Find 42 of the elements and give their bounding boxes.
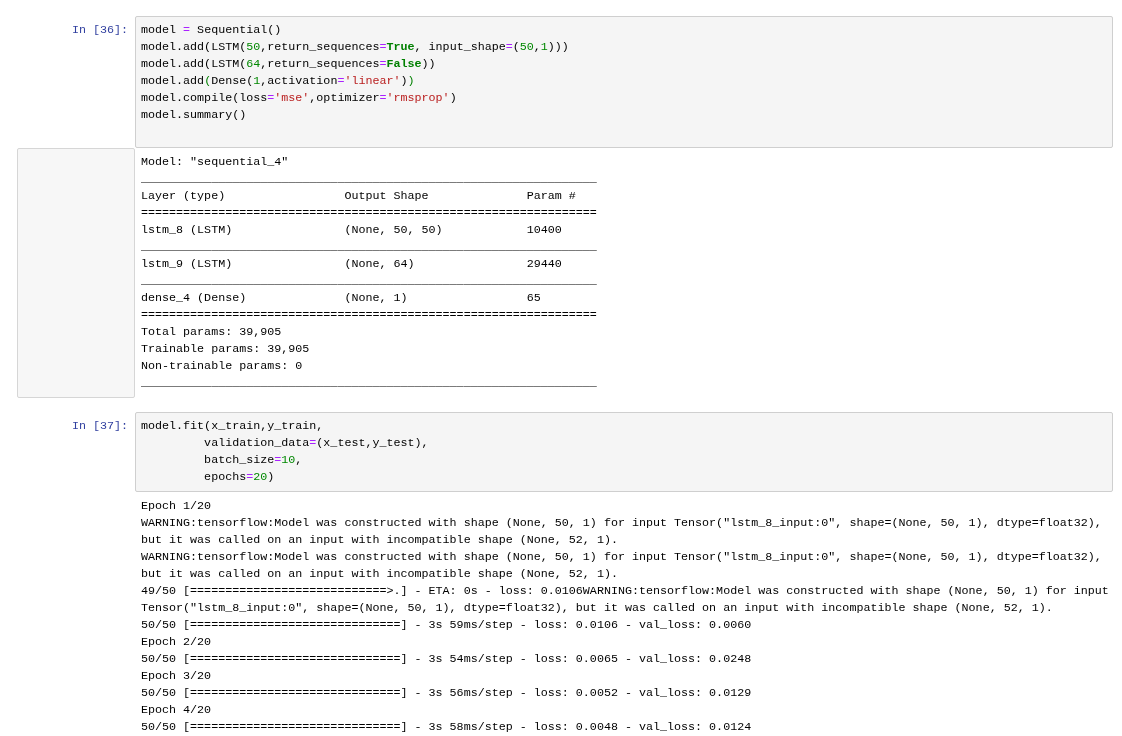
output-line: WARNING:tensorflow:Model was constructed with shape (None, 50, 1) for input Tensor("lstm_8_input:0", shape=(None, 50, 1), dtype=float32), [141,549,1103,566]
output-line: 50/50 [==============================] - 3s 54ms/step - loss: 0.0065 - val_loss: 0.0248 [141,651,753,668]
output-line: ================================================================= [141,205,598,222]
output-line: Layer (type) Output Shape Param # [141,188,577,205]
output-line: ================================================================= [141,307,598,324]
output-line: 50/50 [==============================] - 3s 58ms/step - loss: 0.0048 - val_loss: 0.0124 [141,719,753,736]
code-line: batch_size=10, [203,452,304,469]
output-line: lstm_8 (LSTM) (None, 50, 50) 10400 [141,222,563,239]
code-line: epochs=20) [203,469,276,486]
output-line: but it was called on an input with incompatible shape (None, 52, 1). [141,532,619,549]
code-line: model.summary() [141,107,248,124]
output-line: Epoch 2/20 [141,634,213,651]
code-line: model.add(LSTM(50,return_sequences=True, input_shape=(50,1))) [141,39,570,56]
output-line: Non-trainable params: 0 [141,358,304,375]
output-line: 50/50 [==============================] - 3s 56ms/step - loss: 0.0052 - val_loss: 0.0129 [141,685,753,702]
output-line: Epoch 1/20 [141,498,213,515]
output-line: WARNING:tensorflow:Model was constructed with shape (None, 50, 1) for input Tensor("lstm_8_input:0", shape=(None, 50, 1), dtype=float32), [141,515,1103,532]
code-line: model = Sequential() [141,22,283,39]
output-line: _________________________________________________________________ [141,273,598,290]
output-line: _________________________________________________________________ [141,375,598,392]
output-line: but it was called on an input with incompatible shape (None, 52, 1). [141,566,619,583]
input-prompt: In [37]: [70,418,129,435]
output-line: Epoch 4/20 [141,702,213,719]
code-cell[interactable]: model.fit(x_train,y_train, validation_data=(x_test,y_test), batch_size=10, epochs=20) [135,412,1113,492]
output-line: Total params: 39,905 [141,324,283,341]
output-line: _________________________________________________________________ [141,171,598,188]
output-line: _________________________________________________________________ [141,239,598,256]
output-line: Tensor("lstm_8_input:0", shape=(None, 50, 1), dtype=float32), but it was called on an input with incompatible shape (None, 52, 1). [141,600,1054,617]
output-line: 49/50 [============================>.] - ETA: 0s - loss: 0.0106WARNING:tensorflow:Model was constructed with shape (None, 50, 1) for input [141,583,1109,600]
output-line: lstm_9 (LSTM) (None, 64) 29440 [141,256,563,273]
output-line: dense_4 (Dense) (None, 1) 65 [141,290,542,307]
code-cell[interactable] [135,16,1113,148]
output-line: 50/50 [==============================] - 3s 59ms/step - loss: 0.0106 - val_loss: 0.0060 [141,617,753,634]
code-line: validation_data=(x_test,y_test), [203,435,430,452]
code-line: model.add(LSTM(64,return_sequences=False)) [141,56,437,73]
code-line: model.fit(x_train,y_train, [141,418,325,435]
code-line: model.add(Dense(1,activation='linear')) [141,73,416,90]
input-prompt: In [36]: [70,22,129,39]
code-line: model.compile(loss='mse',optimizer='rmsprop') [141,90,458,107]
output-line: Epoch 3/20 [141,668,213,685]
output-line: Trainable params: 39,905 [141,341,311,358]
output-line: Model: "sequential_4" [141,154,290,171]
